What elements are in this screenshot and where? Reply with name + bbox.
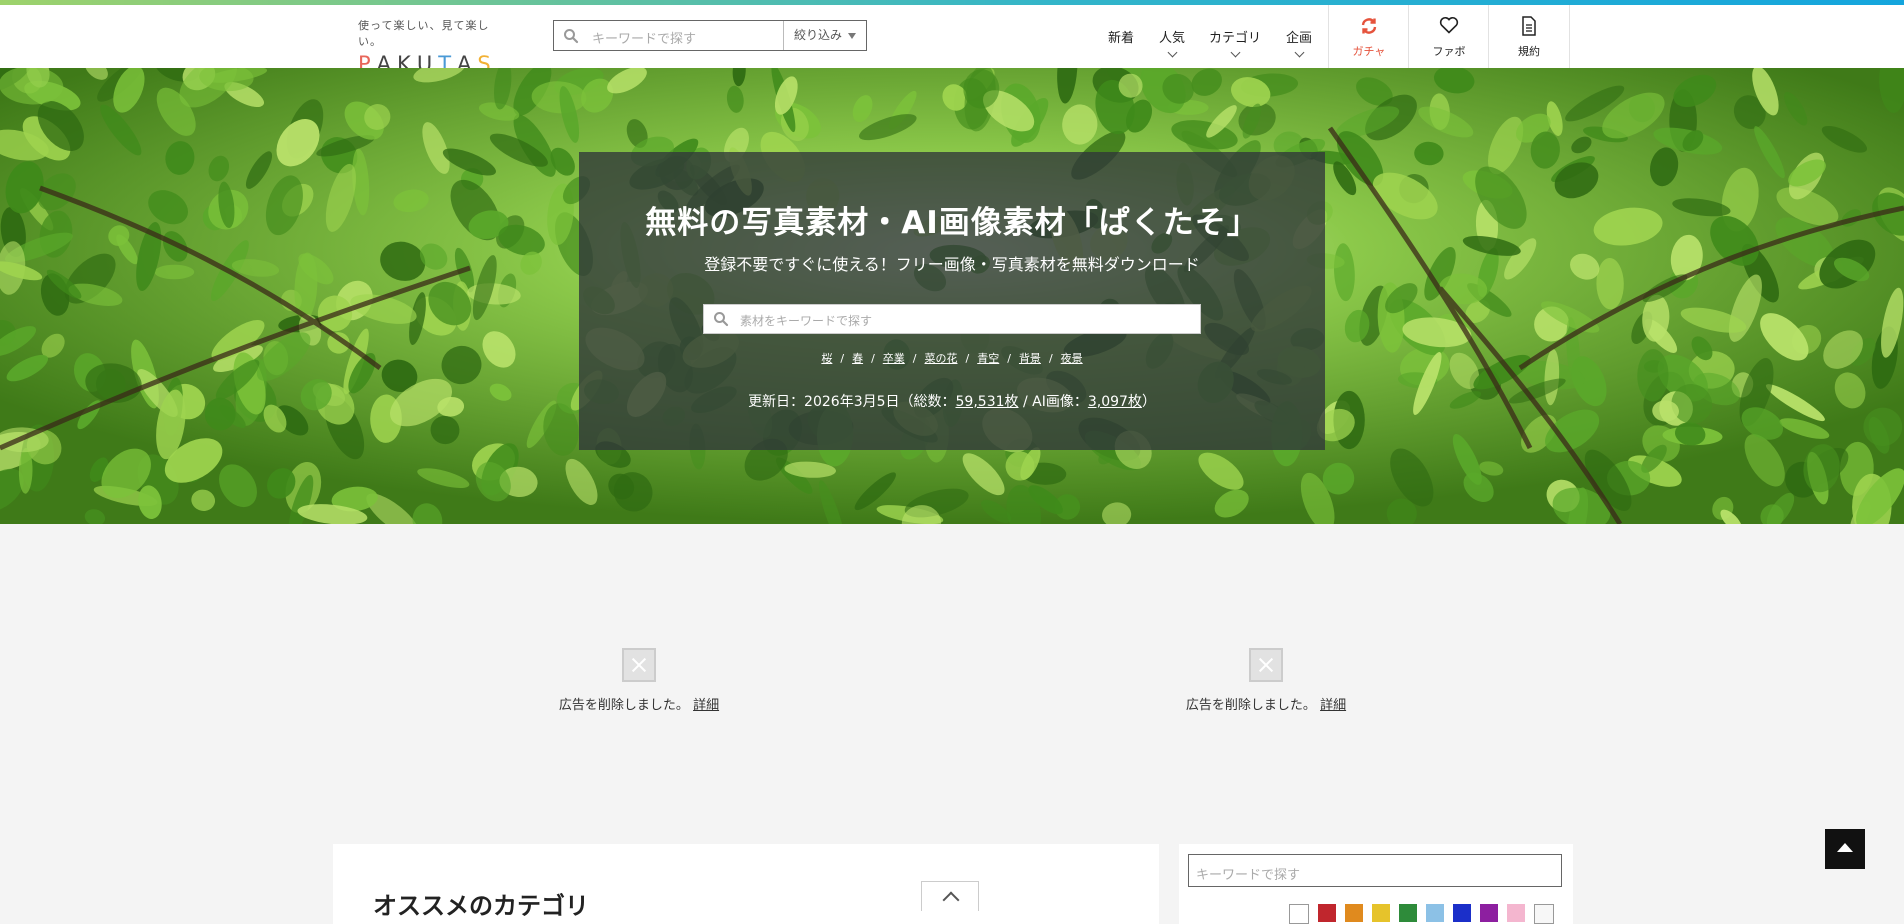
ad-details-link[interactable]: 詳細 xyxy=(1320,698,1346,713)
tag-link[interactable]: 卒業 xyxy=(883,352,905,365)
ad-removed-message: 広告を削除しました。 詳細 xyxy=(539,694,739,713)
color-swatch[interactable] xyxy=(1399,904,1417,922)
document-icon xyxy=(1489,16,1569,36)
leaf-shape xyxy=(154,264,195,280)
tag-link[interactable]: 菜の花 xyxy=(925,352,958,365)
ad-removed-icon xyxy=(1249,648,1283,682)
ad-placeholder-left: 広告を削除しました。 詳細 xyxy=(539,648,739,713)
sidebar-search-card: キーワードで探す xyxy=(1179,844,1573,924)
site-header: 使って楽しい、見て楽しい。 PAKUTASO キーワードで探す 絞り込み 新着 … xyxy=(0,5,1904,100)
nav-terms[interactable]: 規約 xyxy=(1488,5,1570,68)
tag-separator: / xyxy=(965,352,970,365)
ad-removed-icon xyxy=(622,648,656,682)
color-swatch[interactable] xyxy=(1480,904,1498,922)
nav-new[interactable]: 新着 xyxy=(1100,5,1142,68)
nav-terms-label: 規約 xyxy=(1518,45,1540,58)
refresh-icon xyxy=(1329,16,1409,36)
tag-link[interactable]: 春 xyxy=(852,352,863,365)
chevron-down-icon xyxy=(1167,47,1178,58)
color-swatch[interactable] xyxy=(1426,904,1444,922)
filter-dropdown[interactable]: 絞り込み xyxy=(783,21,866,50)
popular-tags: 桜 / 春 / 卒業 / 菜の花 / 青空 / 背景 / 夜景 xyxy=(579,350,1325,366)
color-filter-swatches xyxy=(1289,904,1554,924)
color-swatch[interactable] xyxy=(1289,904,1309,924)
heart-icon xyxy=(1409,16,1489,34)
update-prefix: 更新日：2026年3月5日（総数： xyxy=(748,394,956,410)
nav-project[interactable]: 企画 xyxy=(1278,5,1320,68)
ad-details-link[interactable]: 詳細 xyxy=(693,698,719,713)
filter-label: 絞り込み xyxy=(794,28,843,42)
tag-link[interactable]: 青空 xyxy=(977,352,999,365)
sidebar-search[interactable]: キーワードで探す xyxy=(1188,854,1562,887)
ai-prefix: / AI画像： xyxy=(1018,394,1088,410)
tag-link[interactable]: 桜 xyxy=(821,352,832,365)
page-top-button[interactable] xyxy=(1825,829,1865,869)
tag-separator: / xyxy=(840,352,845,365)
nav-gacha[interactable]: ガチャ xyxy=(1328,5,1409,68)
ad-placeholder-right: 広告を削除しました。 詳細 xyxy=(1166,648,1366,713)
tag-link[interactable]: 夜景 xyxy=(1061,352,1083,365)
search-icon xyxy=(563,28,579,48)
update-info: 更新日：2026年3月5日（総数：59,531枚 / AI画像：3,097枚） xyxy=(579,391,1325,411)
nav-popular-label: 人気 xyxy=(1158,31,1185,46)
hero-section: 無料の写真素材・AI画像素材「ぱくたそ」 登録不要ですぐに使える！フリー画像・写… xyxy=(0,68,1904,524)
tag-separator: / xyxy=(1007,352,1011,365)
color-swatch[interactable] xyxy=(1534,904,1554,924)
hero-search[interactable]: 素材をキーワードで探す xyxy=(703,304,1201,334)
search-icon xyxy=(713,311,729,331)
ai-count-link[interactable]: 3,097枚 xyxy=(1088,394,1142,410)
nav-project-label: 企画 xyxy=(1285,31,1312,46)
tag-separator: / xyxy=(1048,352,1053,365)
logo-tagline: 使って楽しい、見て楽しい。 xyxy=(358,19,490,48)
header-search[interactable]: キーワードで探す 絞り込み xyxy=(553,20,867,51)
tag-separator: / xyxy=(912,352,917,365)
nav-new-label: 新着 xyxy=(1107,31,1134,46)
arrow-up-icon xyxy=(1837,843,1853,852)
nav-popular[interactable]: 人気 xyxy=(1152,5,1192,68)
color-swatch[interactable] xyxy=(1507,904,1525,922)
color-swatch[interactable] xyxy=(1453,904,1471,922)
ad-removed-text: 広告を削除しました。 xyxy=(1185,698,1316,713)
ad-removed-message: 広告を削除しました。 詳細 xyxy=(1166,694,1366,713)
nav-fav[interactable]: ファボ xyxy=(1408,5,1489,68)
color-swatch[interactable] xyxy=(1372,904,1390,922)
hero-panel: 無料の写真素材・AI画像素材「ぱくたそ」 登録不要ですぐに使える！フリー画像・写… xyxy=(579,152,1325,450)
chevron-down-icon xyxy=(1230,47,1241,58)
caret-down-icon xyxy=(848,33,856,39)
hero-title: 無料の写真素材・AI画像素材「ぱくたそ」 xyxy=(645,205,1259,241)
update-suffix: ） xyxy=(1141,394,1156,410)
header-search-input[interactable]: キーワードで探す xyxy=(592,28,696,47)
color-swatch[interactable] xyxy=(1318,904,1336,922)
chevron-down-icon xyxy=(1294,47,1305,58)
color-swatch[interactable] xyxy=(1345,904,1363,922)
ad-removed-text: 広告を削除しました。 xyxy=(558,698,689,713)
collapse-toggle[interactable] xyxy=(921,881,979,911)
sidebar-search-input[interactable]: キーワードで探す xyxy=(1196,864,1300,883)
nav-category[interactable]: カテゴリ xyxy=(1203,5,1267,68)
total-count-link[interactable]: 59,531枚 xyxy=(956,394,1019,410)
tag-link[interactable]: 背景 xyxy=(1019,352,1041,365)
nav-category-label: カテゴリ xyxy=(1208,31,1261,46)
hero-search-input[interactable]: 素材をキーワードで探す xyxy=(740,312,872,329)
hero-subtitle: 登録不要ですぐに使える！フリー画像・写真素材を無料ダウンロード xyxy=(704,255,1200,274)
recommended-categories-card: オススメのカテゴリ xyxy=(333,844,1159,924)
nav-gacha-label: ガチャ xyxy=(1352,45,1386,58)
nav-fav-label: ファボ xyxy=(1432,45,1466,58)
section-title: オススメのカテゴリ xyxy=(373,892,589,920)
tag-separator: / xyxy=(871,352,875,365)
site-logo[interactable]: 使って楽しい、見て楽しい。 PAKUTASO xyxy=(358,17,508,100)
chevron-up-icon xyxy=(942,891,960,909)
